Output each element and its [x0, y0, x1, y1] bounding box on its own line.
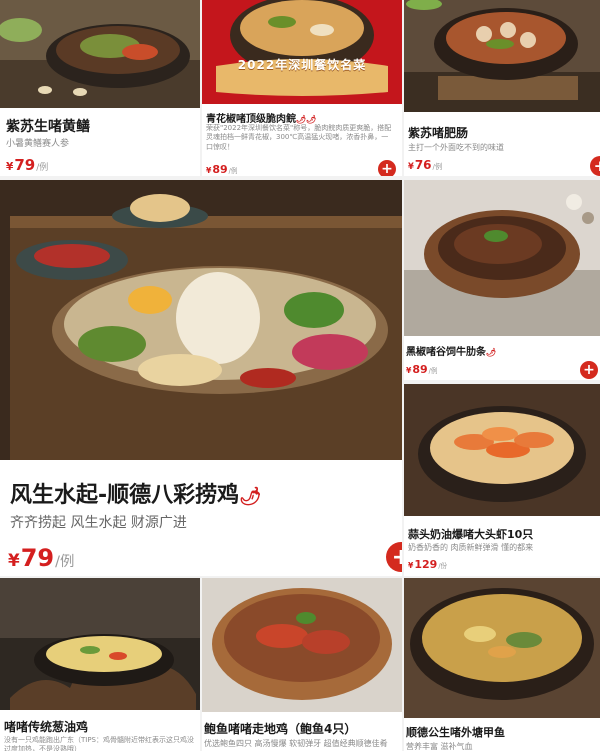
chili-icon: 🌶 [486, 348, 497, 357]
dish-desc: 奶香奶香的 肉质新鲜弹滑 懂的都来 [408, 543, 534, 552]
dish-photo [0, 180, 402, 460]
dish-name: 紫苏啫肥肠 [408, 126, 469, 140]
dish-photo [0, 578, 200, 710]
dish-card[interactable]: 2022年深圳餐饮名菜 青花椒啫顶级脆肉鲩🌶🌶 荣获"2022年深圳餐饮名菜"称… [202, 0, 402, 176]
award-badge: 2022年深圳餐饮名菜 [237, 58, 367, 72]
dish-name: 啫啫传统葱油鸡 [4, 720, 89, 734]
dish-photo [0, 0, 200, 108]
dish-photo [202, 578, 402, 712]
dish-name: 鲍鱼啫啫走地鸡（鲍鱼4只） [204, 722, 357, 736]
dish-card[interactable]: 紫苏生啫黄鳝 小暑黄鳝赛人参 ¥79/例 [0, 0, 200, 176]
dish-desc: 没有一只鸡能跑出广东（TIPS：鸡骨髓附近带红表示这只鸡没过度加热，不是没熟哦） [4, 736, 195, 751]
chili-icon: 🌶 [239, 487, 262, 507]
dish-desc: 主打一个外面吃不到的味道 [408, 143, 504, 152]
dish-card[interactable]: 鲍鱼啫啫走地鸡（鲍鱼4只） 优选鲍鱼四只 高汤慢爆 软韧弹牙 超值经典顺德佳肴 [202, 578, 402, 751]
dish-desc: 小暑黄鳝赛人参 [6, 139, 70, 149]
dish-desc: 荣获"2022年深圳餐饮名菜"称号，脆肉鲩肉质更爽脆，搭配灵魂拍档一鲜青花椒，3… [206, 124, 392, 151]
dish-card[interactable]: 紫苏啫肥肠 主打一个外面吃不到的味道 ¥76/例 + [404, 0, 600, 176]
add-to-cart-button[interactable]: + [580, 361, 598, 379]
dish-photo [404, 384, 600, 516]
dish-name: 顺德公生啫外塘甲鱼 [406, 726, 505, 739]
dish-price: ¥89/例 [206, 163, 238, 176]
dish-name: 青花椒啫顶级脆肉鲩🌶🌶 [206, 114, 317, 125]
dish-desc: 齐齐捞起 风生水起 财源广进 [10, 515, 187, 531]
featured-dish-card[interactable]: 风生水起-顺德八彩捞鸡🌶 齐齐捞起 风生水起 财源广进 ¥79/例 + [0, 180, 402, 576]
dish-name: 紫苏生啫黄鳝 [6, 119, 90, 135]
dish-desc: 营养丰富 滋补气血 [406, 742, 473, 751]
dish-photo [404, 0, 600, 112]
dish-desc: 优选鲍鱼四只 高汤慢爆 软韧弹牙 超值经典顺德佳肴 [204, 739, 388, 748]
dish-name: 风生水起-顺德八彩捞鸡🌶 [10, 483, 262, 508]
add-to-cart-button[interactable]: + [378, 160, 396, 176]
dish-price: ¥79/例 [6, 156, 49, 174]
dish-card[interactable]: 黑椒啫谷饲牛肋条🌶 ¥89/例 + [404, 180, 600, 380]
dish-photo: 2022年深圳餐饮名菜 [202, 0, 402, 104]
dish-card[interactable]: 顺德公生啫外塘甲鱼 营养丰富 滋补气血 [404, 578, 600, 751]
chili-icon: 🌶🌶 [296, 115, 317, 124]
dish-price: ¥79/例 [8, 544, 75, 572]
add-to-cart-button[interactable]: + [590, 156, 600, 176]
dish-price: ¥89/例 [406, 363, 438, 376]
dish-name: 黑椒啫谷饲牛肋条🌶 [406, 347, 497, 358]
dish-card[interactable]: 蒜头奶油爆啫大头虾10只 奶香奶香的 肉质新鲜弹滑 懂的都来 ¥129/份 [404, 384, 600, 576]
dish-name: 蒜头奶油爆啫大头虾10只 [408, 528, 534, 541]
dish-price: ¥76/例 [408, 158, 443, 172]
dish-price: ¥129/份 [408, 558, 448, 571]
dish-card[interactable]: 啫啫传统葱油鸡 没有一只鸡能跑出广东（TIPS：鸡骨髓附近带红表示这只鸡没过度加… [0, 578, 200, 751]
add-to-cart-button[interactable]: + [386, 542, 402, 572]
dish-photo [404, 180, 600, 336]
dish-photo [404, 578, 600, 718]
